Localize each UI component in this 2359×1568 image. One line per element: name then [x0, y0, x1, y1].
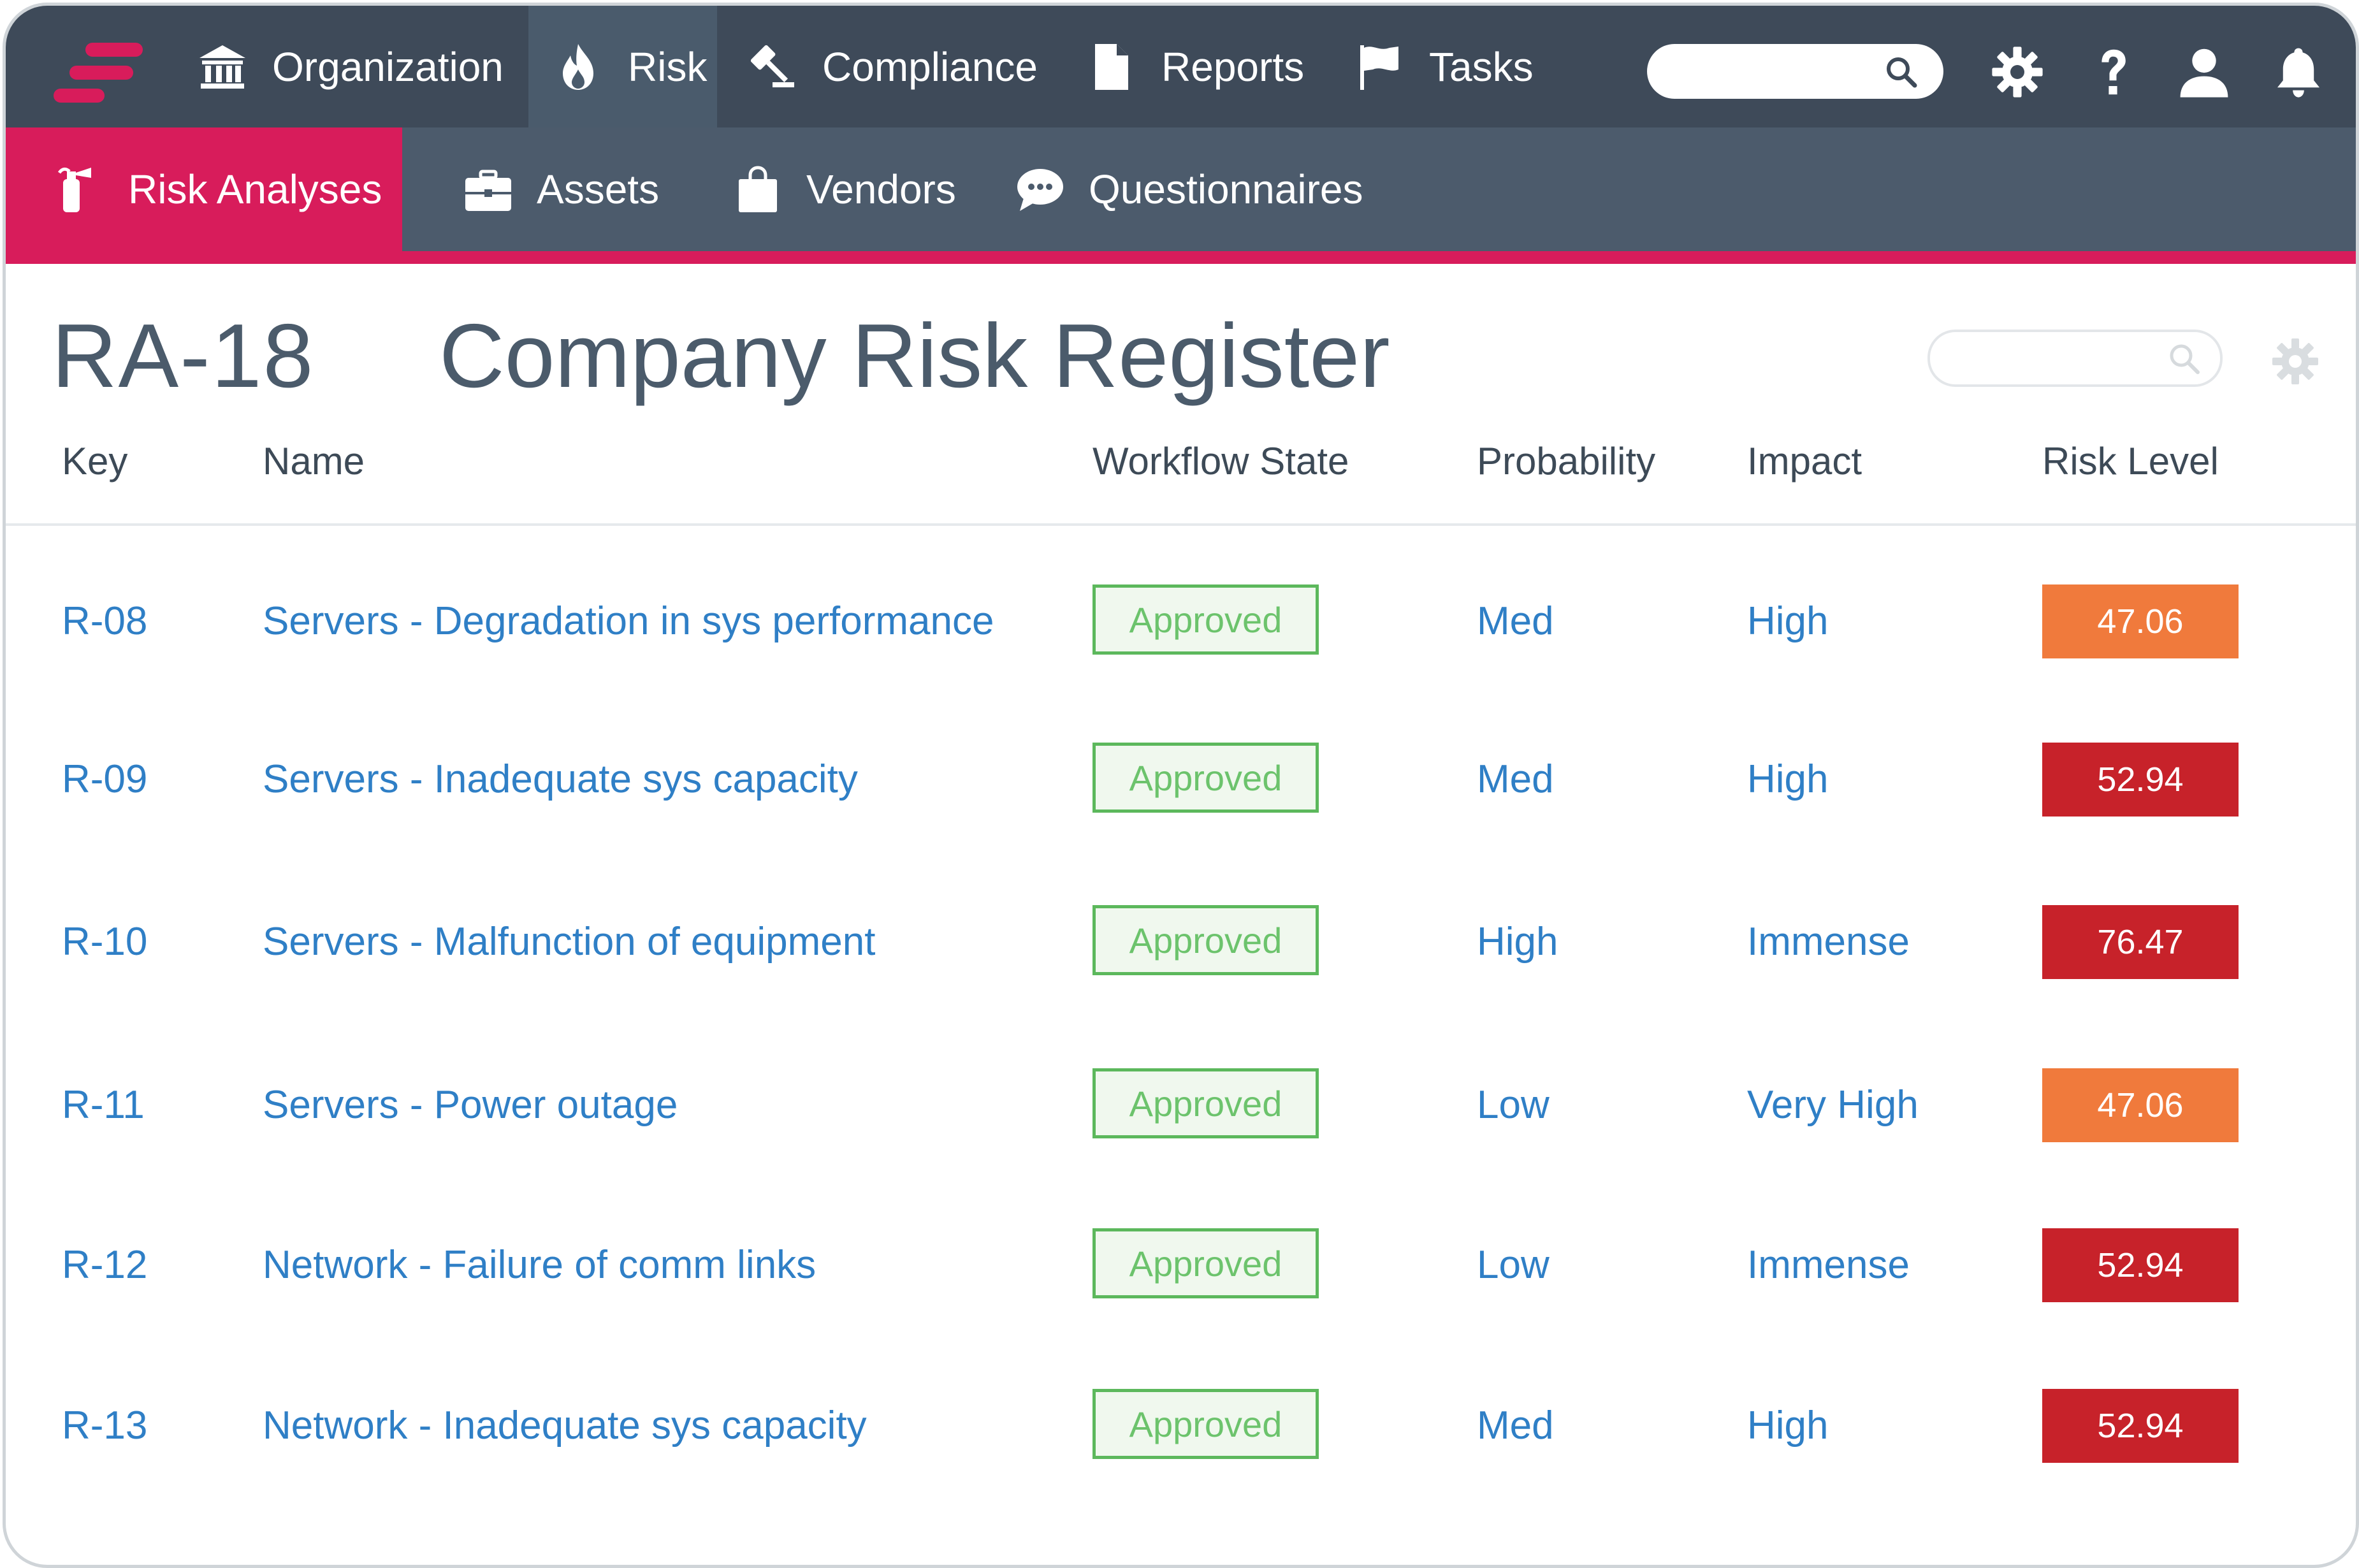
subnav-accent-stripe — [6, 251, 2356, 264]
table-settings-gear-icon[interactable] — [2270, 336, 2321, 387]
row-name-link[interactable]: Servers - Degradation in sys performance — [263, 599, 994, 644]
shopping-bag-icon — [732, 164, 783, 215]
table-search[interactable] — [1927, 330, 2223, 387]
subnav-risk-analyses-label: Risk Analyses — [128, 166, 382, 212]
nav-compliance[interactable]: Compliance — [747, 6, 1038, 127]
risk-level-badge: 52.94 — [2042, 1228, 2239, 1302]
gear-icon[interactable] — [1989, 44, 2045, 100]
subnav-vendors[interactable]: Vendors — [732, 127, 956, 251]
risk-level-badge: 76.47 — [2042, 905, 2239, 979]
row-probability[interactable]: High — [1477, 919, 1558, 964]
workflow-state-badge: Approved — [1092, 584, 1319, 655]
workflow-state-badge: Approved — [1092, 1389, 1319, 1459]
row-key-link[interactable]: R-12 — [62, 1242, 147, 1288]
row-name-link[interactable]: Network - Inadequate sys capacity — [263, 1403, 867, 1448]
table-search-input[interactable] — [1947, 340, 2153, 377]
row-probability[interactable]: Med — [1477, 757, 1554, 802]
row-impact[interactable]: High — [1747, 757, 1829, 802]
column-header-impact[interactable]: Impact — [1747, 439, 1862, 483]
risk-level-badge: 52.94 — [2042, 1389, 2239, 1463]
workflow-state-badge: Approved — [1092, 1068, 1319, 1138]
column-header-risk-level[interactable]: Risk Level — [2042, 439, 2219, 483]
row-name-link[interactable]: Network - Failure of comm links — [263, 1242, 816, 1288]
risk-level-badge: 47.06 — [2042, 1068, 2239, 1142]
row-key-link[interactable]: R-10 — [62, 919, 147, 964]
sub-navigation-bar: Risk Analyses Assets Vendors Questionnai… — [6, 127, 2356, 251]
search-icon[interactable] — [2168, 342, 2201, 375]
column-header-name[interactable]: Name — [263, 439, 365, 483]
row-key-link[interactable]: R-13 — [62, 1403, 147, 1448]
nav-risk-label: Risk — [628, 43, 708, 90]
global-search-input[interactable] — [1665, 53, 1878, 91]
app-window: Organization Risk Compliance Reports Tas — [3, 3, 2359, 1568]
subnav-risk-analyses[interactable]: Risk Analyses — [6, 127, 402, 251]
gavel-icon — [747, 41, 798, 92]
table-row[interactable]: R-12 Network - Failure of comm links App… — [6, 1228, 2356, 1305]
nav-tasks-label: Tasks — [1429, 43, 1534, 90]
nav-risk[interactable]: Risk — [528, 6, 717, 127]
column-header-key[interactable]: Key — [62, 439, 127, 483]
row-impact[interactable]: Very High — [1747, 1082, 1919, 1128]
fire-icon — [553, 41, 604, 92]
table-row[interactable]: R-08 Servers - Degradation in sys perfor… — [6, 584, 2356, 661]
workflow-state-badge: Approved — [1092, 1228, 1319, 1298]
page-title: Company Risk Register — [439, 305, 1390, 407]
help-icon[interactable] — [2085, 44, 2141, 100]
nav-organization[interactable]: Organization — [197, 6, 504, 127]
flag-icon — [1354, 41, 1405, 92]
row-impact[interactable]: High — [1747, 599, 1829, 644]
subnav-assets[interactable]: Assets — [463, 127, 659, 251]
user-icon[interactable] — [2176, 44, 2232, 100]
subnav-vendors-label: Vendors — [806, 166, 956, 212]
row-name-link[interactable]: Servers - Malfunction of equipment — [263, 919, 875, 964]
nav-reports-label: Reports — [1161, 43, 1305, 90]
table-row[interactable]: R-13 Network - Inadequate sys capacity A… — [6, 1389, 2356, 1465]
row-probability[interactable]: Low — [1477, 1082, 1550, 1128]
bank-icon — [197, 41, 248, 92]
row-name-link[interactable]: Servers - Inadequate sys capacity — [263, 757, 858, 802]
top-navigation-bar: Organization Risk Compliance Reports Tas — [6, 6, 2356, 127]
row-key-link[interactable]: R-09 — [62, 757, 147, 802]
column-header-workflow-state[interactable]: Workflow State — [1092, 439, 1349, 483]
document-icon — [1086, 41, 1137, 92]
header-divider — [6, 523, 2356, 526]
table-row[interactable]: R-09 Servers - Inadequate sys capacity A… — [6, 743, 2356, 819]
subnav-questionnaires[interactable]: Questionnaires — [1015, 127, 1363, 251]
row-impact[interactable]: High — [1747, 1403, 1829, 1448]
row-probability[interactable]: Med — [1477, 599, 1554, 644]
column-header-probability[interactable]: Probability — [1477, 439, 1655, 483]
nav-compliance-label: Compliance — [822, 43, 1038, 90]
nav-organization-label: Organization — [272, 43, 504, 90]
global-search[interactable] — [1647, 44, 1943, 99]
nav-reports[interactable]: Reports — [1086, 6, 1304, 127]
risk-level-badge: 52.94 — [2042, 743, 2239, 817]
row-probability[interactable]: Low — [1477, 1242, 1550, 1288]
fire-extinguisher-icon — [54, 164, 105, 215]
briefcase-icon — [463, 164, 514, 215]
workflow-state-badge: Approved — [1092, 743, 1319, 813]
row-impact[interactable]: Immense — [1747, 919, 1910, 964]
app-logo[interactable] — [50, 38, 152, 108]
row-name-link[interactable]: Servers - Power outage — [263, 1082, 678, 1128]
row-probability[interactable]: Med — [1477, 1403, 1554, 1448]
chat-bubble-icon — [1015, 164, 1066, 215]
risk-level-badge: 47.06 — [2042, 584, 2239, 658]
table-row[interactable]: R-11 Servers - Power outage Approved Low… — [6, 1068, 2356, 1145]
workflow-state-badge: Approved — [1092, 905, 1319, 975]
bell-icon[interactable] — [2270, 44, 2326, 100]
row-impact[interactable]: Immense — [1747, 1242, 1910, 1288]
nav-tasks[interactable]: Tasks — [1354, 6, 1534, 127]
row-key-link[interactable]: R-08 — [62, 599, 147, 644]
row-key-link[interactable]: R-11 — [62, 1082, 145, 1128]
search-icon[interactable] — [1885, 55, 1918, 89]
page-key: RA-18 — [52, 305, 315, 407]
subnav-questionnaires-label: Questionnaires — [1089, 166, 1363, 212]
table-row[interactable]: R-10 Servers - Malfunction of equipment … — [6, 905, 2356, 982]
subnav-assets-label: Assets — [537, 166, 660, 212]
